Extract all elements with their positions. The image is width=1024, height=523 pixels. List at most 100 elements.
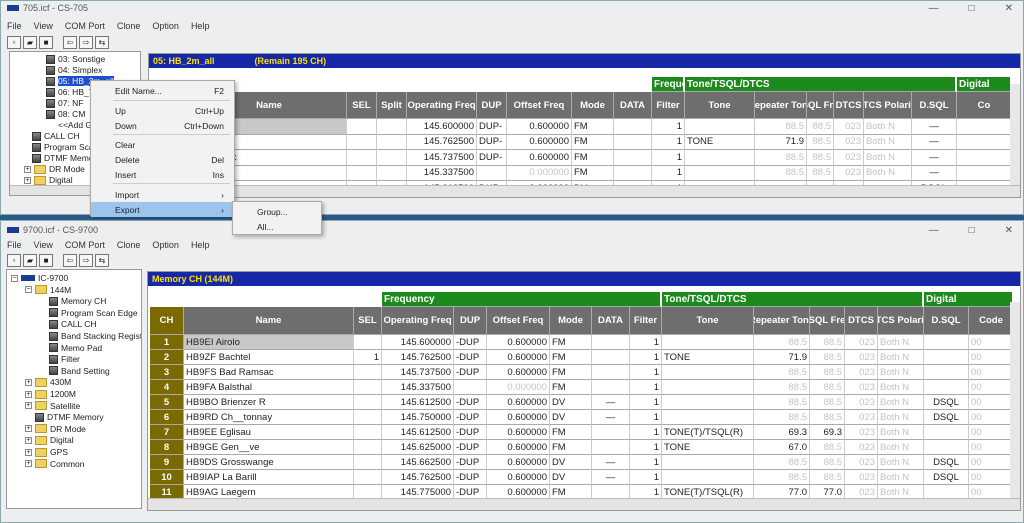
menu-item-clear[interactable]: Clear (91, 137, 234, 152)
grid-cell-data[interactable] (614, 134, 652, 150)
grid-cell-tone[interactable]: TONE (662, 440, 754, 455)
grid-cell-filter[interactable]: 1 (652, 134, 685, 150)
tree-item-dr-mode[interactable]: + DR Mode (24, 164, 85, 174)
column-header-dtcs-polarity[interactable]: DTCS Polarity (878, 307, 924, 335)
channel-number[interactable]: 4 (150, 380, 184, 395)
grid-cell-code[interactable]: 00 (969, 350, 1014, 365)
tree-item-program-scan-edge[interactable]: Program Scan Edge (49, 308, 138, 318)
menu-clone[interactable]: Clone (117, 21, 141, 31)
menu-view[interactable]: View (34, 240, 53, 250)
grid-cell-operating-freq[interactable]: 145.337500 (407, 165, 477, 181)
grid-cell-tsql-freq[interactable]: 88.5 (810, 455, 845, 470)
grid-cell-dtcs[interactable]: 023 (845, 440, 878, 455)
grid-cell-data[interactable] (592, 335, 630, 350)
grid-cell-tone[interactable] (662, 395, 754, 410)
grid-cell-tsql-freq[interactable]: 88.5 (810, 350, 845, 365)
grid-cell-code[interactable]: 00 (969, 455, 1014, 470)
grid-cell-tsql-freq[interactable]: 88.5 (807, 165, 834, 181)
menu-item-export[interactable]: Export › (91, 202, 234, 217)
column-header-code[interactable]: Code (969, 307, 1014, 335)
maximize-button[interactable]: □ (969, 225, 975, 236)
grid-cell-mode[interactable]: FM (550, 380, 592, 395)
memory-grid[interactable]: 05: HB_2m_all (Remain 195 CH) FrequencyTon… (148, 53, 1021, 198)
grid-cell-offset-freq[interactable]: 0.600000 (487, 425, 550, 440)
grid-cell-operating-freq[interactable]: 145.750000 (382, 410, 454, 425)
column-header-tone[interactable]: Tone (685, 92, 755, 119)
grid-cell-dtcs[interactable]: 023 (834, 165, 864, 181)
collapse-icon[interactable]: − (11, 274, 18, 282)
grid-cell-mode[interactable]: FM (550, 365, 592, 380)
grid-cell-repeater-tone[interactable]: 88.5 (755, 150, 807, 166)
tree-item-430m[interactable]: +430M (25, 377, 71, 387)
column-header-data[interactable]: DATA (592, 307, 630, 335)
menu-file[interactable]: File (7, 21, 22, 31)
grid-cell-offset-freq[interactable]: 0.600000 (487, 335, 550, 350)
write-to-radio-icon[interactable]: ⇨ (79, 36, 93, 49)
grid-cell-d-sql[interactable] (924, 425, 969, 440)
grid-cell-repeater-tone[interactable]: 88.5 (754, 380, 810, 395)
grid-cell-operating-freq[interactable]: 145.612500 (382, 395, 454, 410)
grid-cell-dtcs-polarity[interactable]: Both N (878, 455, 924, 470)
grid-cell-operating-freq[interactable]: 145.762500 (407, 134, 477, 150)
minimize-button[interactable]: — (929, 3, 939, 14)
column-header-split[interactable]: Split (377, 92, 407, 119)
grid-cell-name[interactable]: HB9FA Balsthal (184, 380, 354, 395)
grid-cell-dtcs[interactable]: 023 (834, 119, 864, 135)
grid-cell-d-sql[interactable] (924, 380, 969, 395)
grid-cell-dup[interactable]: -DUP (454, 350, 487, 365)
grid-cell-filter[interactable]: 1 (630, 470, 662, 485)
column-header-dtcs-polarity[interactable]: DTCS Polarity (864, 92, 912, 119)
tree-item-gps[interactable]: + GPS (25, 447, 68, 457)
tree-item-ic-9700[interactable]: − IC-9700 (11, 273, 68, 283)
grid-cell-name[interactable]: HB9GE Gen__ve (184, 440, 354, 455)
grid-cell-data[interactable] (614, 119, 652, 135)
grid-cell-data[interactable] (592, 365, 630, 380)
grid-cell-tone[interactable] (685, 150, 755, 166)
grid-cell-dtcs[interactable]: 023 (845, 410, 878, 425)
menu-file[interactable]: File (7, 240, 22, 250)
clone-icon[interactable]: ⇆ (95, 36, 109, 49)
grid-cell-repeater-tone[interactable]: 88.5 (755, 165, 807, 181)
column-header-tone[interactable]: Tone (662, 307, 754, 335)
close-button[interactable]: ✕ (1005, 225, 1013, 236)
column-header-mode[interactable]: Mode (572, 92, 614, 119)
grid-cell-repeater-tone[interactable]: 88.5 (754, 365, 810, 380)
grid-cell-offset-freq[interactable]: 0.600000 (507, 119, 572, 135)
grid-cell-name[interactable]: HB9EE Eglisau (184, 425, 354, 440)
grid-cell-name[interactable]: HB9ZF Bachtel (184, 350, 354, 365)
grid-cell-offset-freq[interactable]: 0.000000 (487, 380, 550, 395)
grid-cell-d-sql[interactable]: — (912, 134, 957, 150)
grid-cell-mode[interactable]: DV (550, 395, 592, 410)
grid-cell-data[interactable] (614, 150, 652, 166)
grid-cell-dtcs-polarity[interactable]: Both N (878, 395, 924, 410)
grid-cell-dup[interactable]: -DUP (454, 455, 487, 470)
tree-item-03-sonstige[interactable]: 03: Sonstige (46, 54, 105, 64)
clone-icon[interactable]: ⇆ (95, 254, 109, 267)
grid-cell-d-sql[interactable] (924, 350, 969, 365)
grid-cell-tone[interactable] (685, 119, 755, 135)
grid-cell-operating-freq[interactable]: 145.762500 (382, 350, 454, 365)
grid-cell-d-sql[interactable]: — (912, 150, 957, 166)
grid-cell-dup[interactable]: -DUP (454, 440, 487, 455)
grid-cell-data[interactable] (592, 425, 630, 440)
grid-cell-repeater-tone[interactable]: 88.5 (754, 455, 810, 470)
expand-icon[interactable]: + (25, 425, 32, 433)
grid-cell-tsql-freq[interactable]: 88.5 (807, 150, 834, 166)
tree-item-digital[interactable]: + Digital (25, 435, 74, 445)
menu-clone[interactable]: Clone (117, 240, 141, 250)
grid-cell-dup[interactable]: -DUP (454, 395, 487, 410)
tree-item-memory-ch[interactable]: Memory CH (49, 296, 106, 306)
tree-item-digital[interactable]: + Digital (24, 175, 73, 185)
column-header-tsql-freq[interactable]: TSQL Freq (807, 92, 834, 119)
grid-cell-repeater-tone[interactable]: 69.3 (754, 425, 810, 440)
grid-cell-co[interactable] (957, 165, 1012, 181)
channel-number[interactable]: 6 (150, 410, 184, 425)
grid-cell-filter[interactable]: 1 (630, 380, 662, 395)
column-header-sel[interactable]: SEL (347, 92, 377, 119)
grid-cell-dtcs-polarity[interactable]: Both N (878, 365, 924, 380)
grid-cell-offset-freq[interactable]: 0.600000 (487, 365, 550, 380)
menu-help[interactable]: Help (191, 21, 210, 31)
grid-cell-operating-freq[interactable]: 145.600000 (382, 335, 454, 350)
grid-cell-code[interactable]: 00 (969, 395, 1014, 410)
grid-cell-data[interactable]: — (592, 410, 630, 425)
